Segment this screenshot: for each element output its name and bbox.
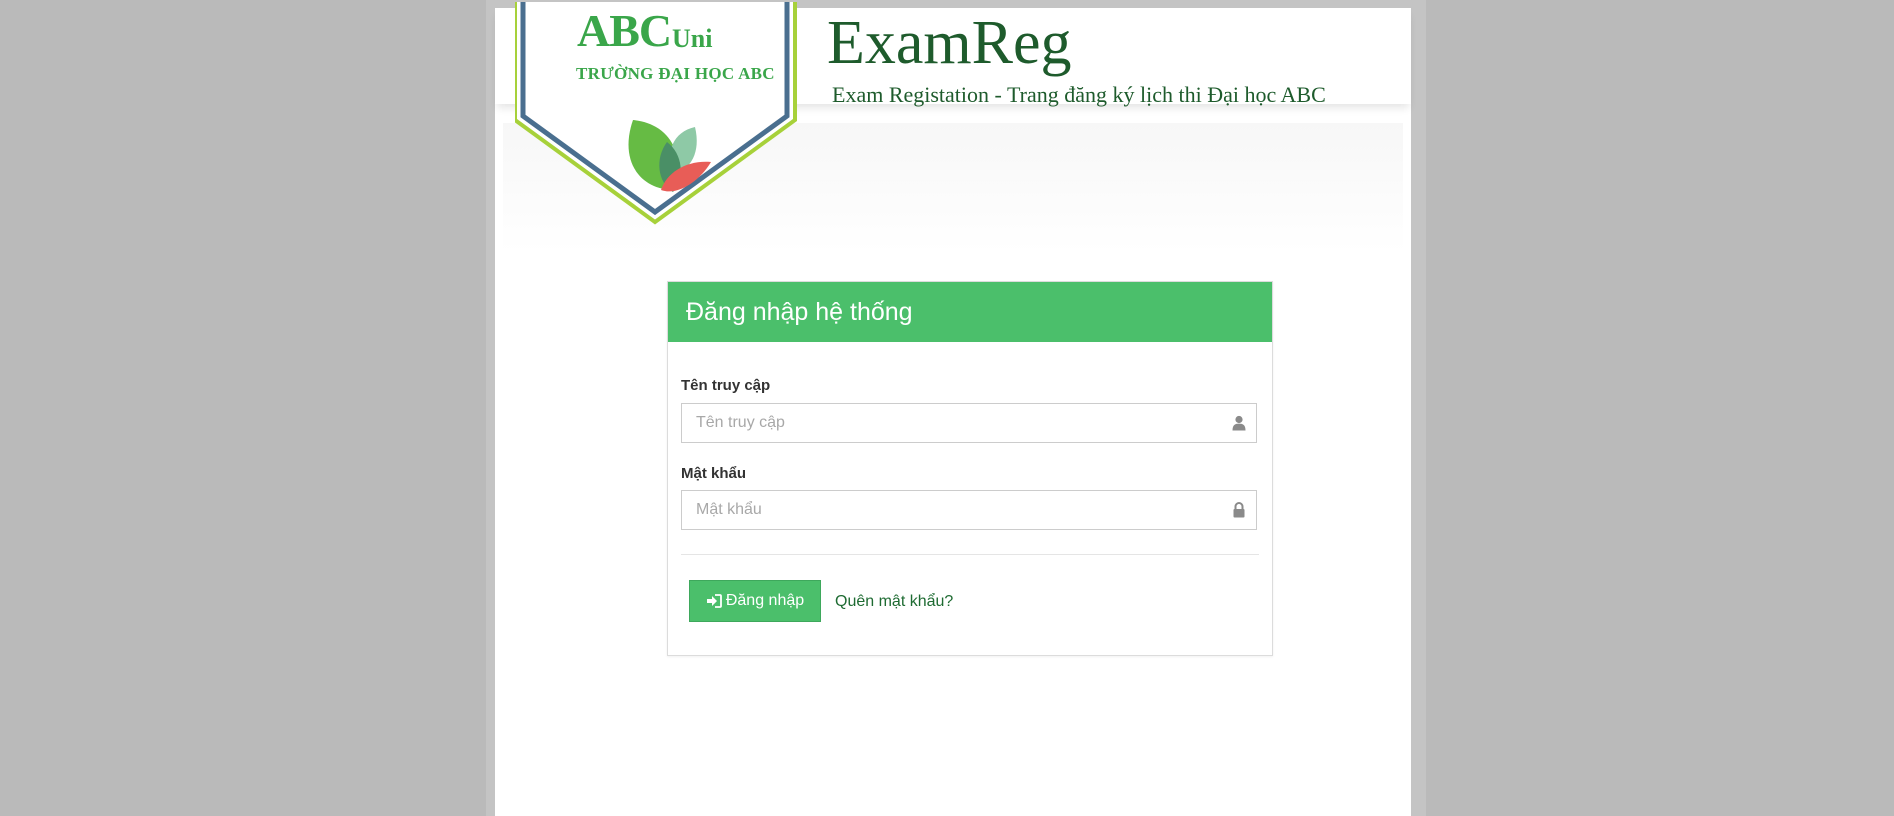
login-panel: Đăng nhập hệ thống Tên truy cập Mật khẩu…: [667, 281, 1273, 656]
password-field-wrapper: [681, 490, 1257, 530]
forgot-password-link[interactable]: Quên mật khẩu?: [835, 593, 953, 611]
login-button[interactable]: Đăng nhập: [689, 580, 821, 622]
site-title: ExamReg: [827, 9, 1072, 77]
sign-in-icon: [706, 594, 722, 608]
lock-icon: [1233, 502, 1245, 518]
form-divider: [681, 554, 1259, 555]
page-container: ABC Uni TRƯỜNG ĐẠI HỌC ABC ExamReg Exam …: [495, 2, 1411, 816]
university-name: TRƯỜNG ĐẠI HỌC ABC: [576, 64, 775, 83]
username-field-wrapper: [681, 403, 1257, 443]
user-icon: [1232, 415, 1246, 431]
brand-abc-text: ABC: [577, 5, 672, 56]
username-label: Tên truy cập: [681, 377, 771, 394]
username-input[interactable]: [682, 404, 1216, 442]
password-input[interactable]: [682, 491, 1216, 529]
password-label: Mật khẩu: [681, 465, 747, 482]
university-logo[interactable]: ABC Uni TRƯỜNG ĐẠI HỌC ABC: [513, 2, 803, 232]
login-button-label: Đăng nhập: [725, 592, 805, 609]
login-panel-heading: Đăng nhập hệ thống: [668, 282, 1272, 342]
site-subtitle: Exam Registation - Trang đăng ký lịch th…: [832, 82, 1326, 107]
brand-uni-text: Uni: [672, 24, 713, 53]
